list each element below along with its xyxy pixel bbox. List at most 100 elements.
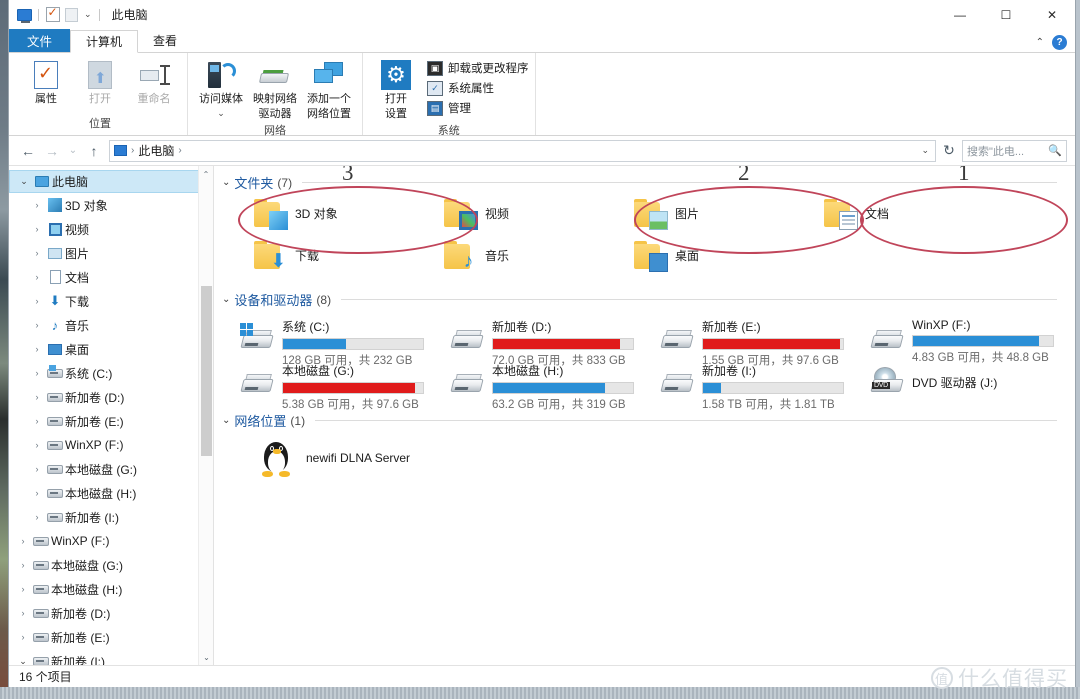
minimize-button[interactable]: —: [937, 0, 983, 30]
tree-item[interactable]: › WinXP (F:): [9, 529, 213, 553]
chevron-right-icon[interactable]: ›: [29, 512, 45, 522]
folder-item[interactable]: 文档: [824, 199, 1014, 241]
tree-item[interactable]: › 新加卷 (D:): [9, 601, 213, 625]
chevron-down-icon[interactable]: ⌄: [222, 177, 230, 188]
tree-item[interactable]: › 本地磁盘 (H:): [9, 577, 213, 601]
tree-item[interactable]: › 本地磁盘 (H:): [9, 481, 213, 505]
chevron-right-icon[interactable]: ›: [15, 632, 31, 642]
access-media-button[interactable]: 访问媒体 ⌄: [194, 57, 248, 120]
tree-item[interactable]: › 文档: [9, 265, 213, 289]
tab-file[interactable]: 文件: [9, 29, 71, 52]
map-network-drive-button[interactable]: 映射网络 驱动器: [248, 57, 302, 122]
tree-item[interactable]: › 图片: [9, 241, 213, 265]
folder-item[interactable]: 桌面: [634, 241, 824, 283]
help-icon[interactable]: ?: [1052, 35, 1067, 50]
chevron-down-icon[interactable]: ⌄: [15, 656, 31, 666]
chevron-down-icon[interactable]: ⌄: [222, 415, 230, 426]
open-button[interactable]: 打开: [73, 57, 127, 108]
up-button[interactable]: ↑: [83, 140, 105, 162]
system-properties-button[interactable]: ✓ 系统属性: [427, 80, 529, 96]
chevron-right-icon[interactable]: ›: [29, 416, 45, 426]
chevron-right-icon[interactable]: ›: [15, 608, 31, 618]
folder-item[interactable]: 视频: [444, 199, 634, 241]
tree-item[interactable]: › 视频: [9, 217, 213, 241]
tree-item[interactable]: › ⬇ 下载: [9, 289, 213, 313]
drive-item[interactable]: 新加卷 (E:) 1.55 GB 可用，共 97.6 GB: [650, 316, 860, 367]
maximize-button[interactable]: ☐: [983, 0, 1029, 30]
folders-group-header[interactable]: ⌄ 文件夹 (7): [214, 166, 1075, 195]
properties-button[interactable]: 属性: [19, 57, 73, 108]
tree-item[interactable]: › 新加卷 (E:): [9, 625, 213, 649]
tree-item[interactable]: › 系统 (C:): [9, 361, 213, 385]
rename-button[interactable]: 重命名: [127, 57, 181, 108]
close-button[interactable]: ✕: [1029, 0, 1075, 30]
drive-item[interactable]: WinXP (F:) 4.83 GB 可用，共 48.8 GB: [860, 316, 1070, 364]
chevron-down-icon[interactable]: ⌄: [82, 9, 94, 20]
drive-item[interactable]: 新加卷 (I:) 1.58 TB 可用，共 1.81 TB: [650, 360, 860, 411]
tree-item[interactable]: › 新加卷 (I:): [9, 505, 213, 529]
scroll-up-icon[interactable]: ⌃: [199, 166, 213, 182]
folder-item[interactable]: 图片: [634, 199, 824, 241]
open-settings-button[interactable]: ⚙ 打开 设置: [369, 57, 423, 122]
scrollbar-thumb[interactable]: [201, 286, 212, 456]
tree-item[interactable]: › 新加卷 (E:): [9, 409, 213, 433]
chevron-right-icon[interactable]: ›: [29, 488, 45, 498]
tree-item[interactable]: › 新加卷 (D:): [9, 385, 213, 409]
chevron-right-icon[interactable]: ›: [29, 224, 45, 234]
tree-item[interactable]: › WinXP (F:): [9, 433, 213, 457]
tree-item[interactable]: › 桌面: [9, 337, 213, 361]
chevron-right-icon[interactable]: ›: [29, 464, 45, 474]
monitor-icon[interactable]: [16, 6, 33, 23]
add-network-location-button[interactable]: 添加一个 网络位置: [302, 57, 356, 122]
new-folder-icon[interactable]: [63, 6, 80, 23]
back-button[interactable]: ←: [17, 140, 39, 162]
chevron-right-icon[interactable]: ›: [29, 320, 45, 330]
drive-item[interactable]: DVD DVD 驱动器 (J:): [860, 360, 1070, 404]
properties-icon[interactable]: [44, 5, 61, 23]
tab-computer[interactable]: 计算机: [70, 30, 139, 53]
refresh-button[interactable]: ↻: [938, 140, 960, 162]
tree-item[interactable]: › 本地磁盘 (G:): [9, 553, 213, 577]
pictures-icon: [45, 247, 65, 259]
chevron-right-icon[interactable]: ›: [15, 560, 31, 570]
drive-item[interactable]: 本地磁盘 (G:) 5.38 GB 可用，共 97.6 GB: [230, 360, 440, 411]
manage-button[interactable]: ▤ 管理: [427, 100, 529, 116]
recent-locations-icon[interactable]: ⌄: [65, 140, 81, 162]
drive-item[interactable]: 系统 (C:) 128 GB 可用，共 232 GB: [230, 316, 440, 367]
chevron-down-icon[interactable]: ⌄: [215, 108, 227, 118]
chevron-down-icon[interactable]: ⌄: [222, 294, 230, 305]
tree-item[interactable]: › 3D 对象: [9, 193, 213, 217]
chevron-right-icon[interactable]: ›: [29, 272, 45, 282]
network-item-newifi[interactable]: newifi DLNA Server: [214, 433, 1075, 479]
chevron-right-icon[interactable]: ›: [29, 368, 45, 378]
tab-view[interactable]: 查看: [138, 29, 192, 52]
drives-group-header[interactable]: ⌄ 设备和驱动器 (8): [214, 283, 1075, 312]
chevron-right-icon[interactable]: ›: [29, 392, 45, 402]
address-field[interactable]: › 此电脑 › ⌄: [109, 139, 936, 162]
scroll-down-icon[interactable]: ⌄: [199, 649, 213, 665]
chevron-right-icon[interactable]: ›: [15, 584, 31, 594]
folder-item[interactable]: 3D 对象: [254, 199, 444, 241]
tree-item[interactable]: › ♪ 音乐: [9, 313, 213, 337]
folder-item[interactable]: ♪ 音乐: [444, 241, 634, 283]
forward-button[interactable]: →: [41, 140, 63, 162]
tree-item[interactable]: ⌄ 此电脑: [9, 170, 213, 193]
chevron-right-icon[interactable]: ›: [29, 248, 45, 258]
search-input[interactable]: 搜索"此电... 🔍: [962, 139, 1067, 162]
folder-item[interactable]: ⬇ 下载: [254, 241, 444, 283]
address-dropdown-icon[interactable]: ⌄: [919, 145, 931, 156]
tree-item[interactable]: ⌄ 新加卷 (I:): [9, 649, 213, 665]
chevron-right-icon[interactable]: ›: [29, 344, 45, 354]
drive-item[interactable]: 新加卷 (D:) 72.0 GB 可用，共 833 GB: [440, 316, 650, 367]
tree-item[interactable]: › 本地磁盘 (G:): [9, 457, 213, 481]
uninstall-program-button[interactable]: ▣ 卸载或更改程序: [427, 60, 529, 76]
navigation-scrollbar[interactable]: ⌃ ⌄: [198, 166, 213, 665]
collapse-ribbon-icon[interactable]: ⌃: [1036, 37, 1044, 48]
chevron-right-icon[interactable]: ›: [29, 296, 45, 306]
chevron-right-icon[interactable]: ›: [15, 536, 31, 546]
breadcrumb-this-pc[interactable]: 此电脑: [138, 142, 174, 159]
drive-item[interactable]: 本地磁盘 (H:) 63.2 GB 可用，共 319 GB: [440, 360, 650, 411]
chevron-right-icon[interactable]: ›: [29, 200, 45, 210]
chevron-right-icon[interactable]: ›: [29, 440, 45, 450]
chevron-down-icon[interactable]: ⌄: [16, 176, 32, 187]
